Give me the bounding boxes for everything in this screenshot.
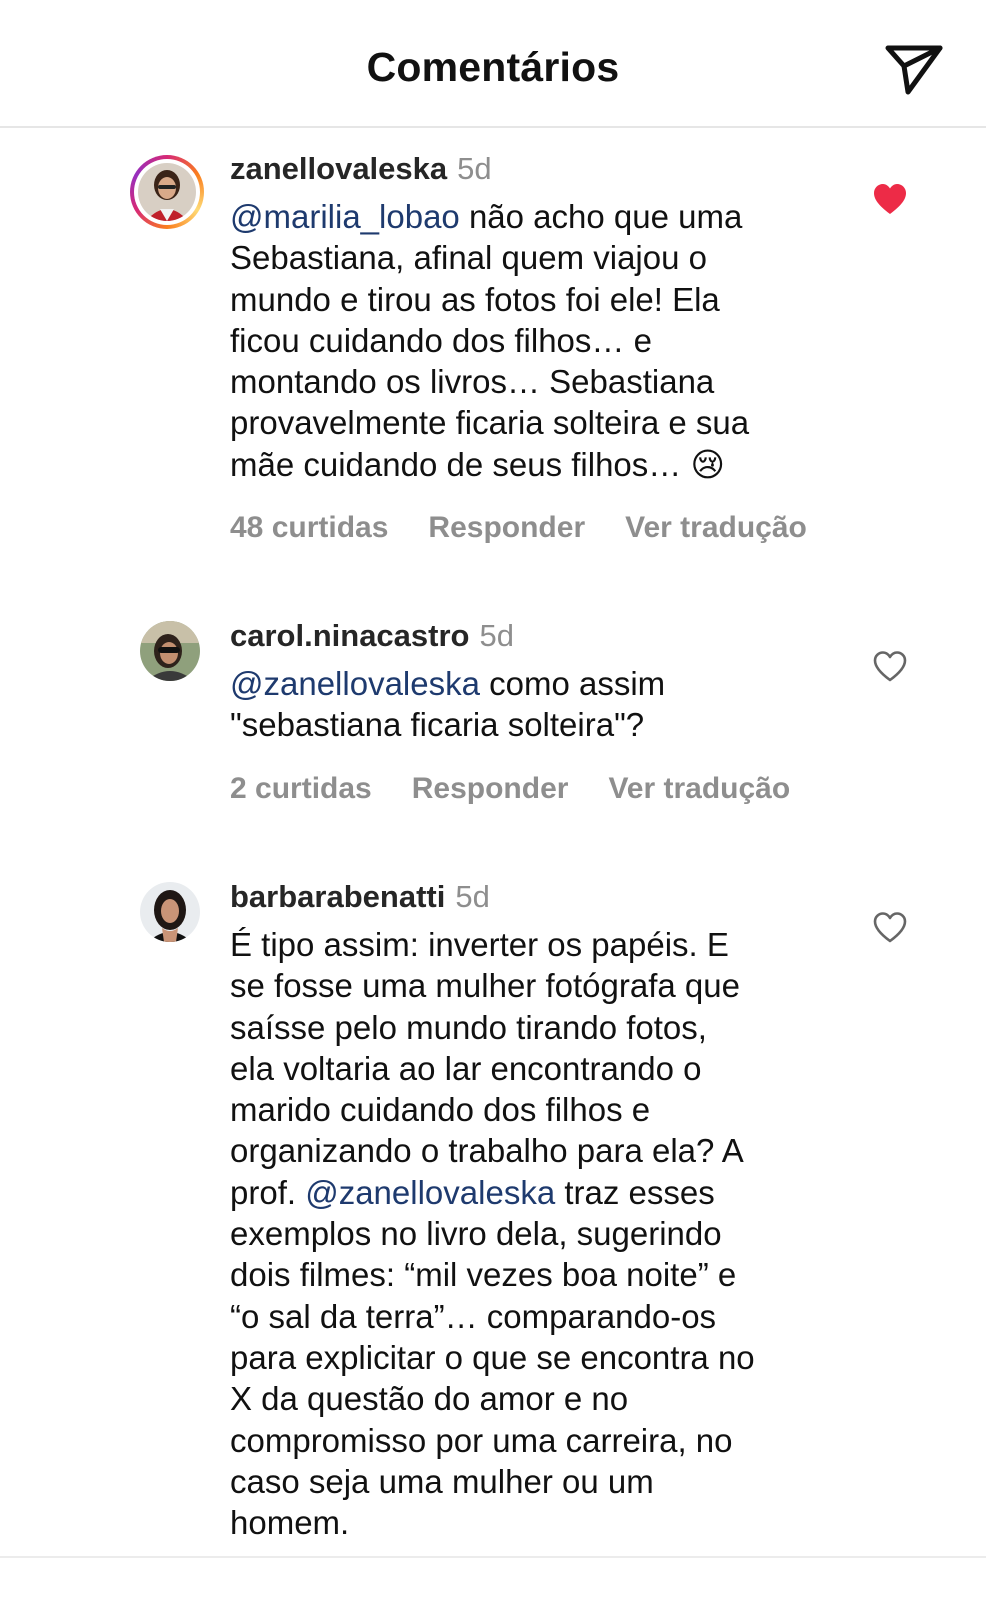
comment-body: zanellovaleska 5d @marilia_lobao não acho… xyxy=(230,150,850,545)
comment-actions: 48 curtidas Responder Ver tradução xyxy=(230,511,850,545)
paper-plane-icon xyxy=(885,45,943,95)
comment-meta: barbarabenatti 5d xyxy=(230,878,850,916)
heart-filled-icon xyxy=(874,184,906,214)
avatar[interactable] xyxy=(140,882,200,942)
comment-actions: 2 curtidas Responder Ver tradução xyxy=(230,772,850,806)
comment-body: barbarabenatti 5d É tipo assim: inverter … xyxy=(230,878,850,1543)
comment-mention[interactable]: @marilia_lobao xyxy=(230,198,460,235)
comment-text: É tipo assim: inverter os papéis. E se f… xyxy=(230,924,850,1543)
heart-outline-icon xyxy=(873,912,907,943)
comment-meta: zanellovaleska 5d xyxy=(230,150,850,188)
comments-header: Comentários xyxy=(0,0,986,128)
heart-outline-icon xyxy=(873,651,907,682)
comment-username[interactable]: barbarabenatti xyxy=(230,879,445,914)
comment-mention[interactable]: @zanellovaleska xyxy=(230,665,480,702)
comment-text-before: É tipo assim: inverter os papéis. E se f… xyxy=(230,926,744,1211)
like-button[interactable] xyxy=(872,649,908,685)
crying-emoji: 😢 xyxy=(690,445,725,483)
page-title: Comentários xyxy=(366,44,620,90)
translate-button[interactable]: Ver tradução xyxy=(608,772,790,805)
comment-body: carol.ninacastro 5d @zanellovaleska como … xyxy=(230,617,850,806)
comment-username[interactable]: carol.ninacastro xyxy=(230,618,469,653)
reply-button[interactable]: Responder xyxy=(428,511,585,544)
comment-username[interactable]: zanellovaleska xyxy=(230,151,447,186)
like-button[interactable] xyxy=(872,910,908,946)
comment-text: @zanellovaleska como assim "sebastiana f… xyxy=(230,663,850,746)
like-button[interactable] xyxy=(872,182,908,218)
comment-mention[interactable]: @zanellovaleska xyxy=(305,1174,555,1211)
comment-meta: carol.ninacastro 5d xyxy=(230,617,850,655)
likes-count[interactable]: 48 curtidas xyxy=(230,511,388,544)
avatar[interactable] xyxy=(140,621,200,681)
send-button[interactable] xyxy=(884,40,944,100)
comment-text-after: traz esses exemplos no livro dela, suger… xyxy=(230,1173,755,1542)
avatar[interactable] xyxy=(138,163,196,221)
comment-time: 5d xyxy=(479,618,514,653)
story-ring[interactable] xyxy=(130,155,204,229)
comment-text-after: não acho que uma Sebastiana, afinal quem… xyxy=(230,198,750,483)
comment-time: 5d xyxy=(457,151,492,186)
likes-count[interactable]: 2 curtidas xyxy=(230,772,372,805)
comment-text: @marilia_lobao não acho que uma Sebastia… xyxy=(230,196,850,485)
divider xyxy=(0,1556,986,1558)
comment-time: 5d xyxy=(455,879,490,914)
reply-button[interactable]: Responder xyxy=(412,772,569,805)
translate-button[interactable]: Ver tradução xyxy=(625,511,807,544)
